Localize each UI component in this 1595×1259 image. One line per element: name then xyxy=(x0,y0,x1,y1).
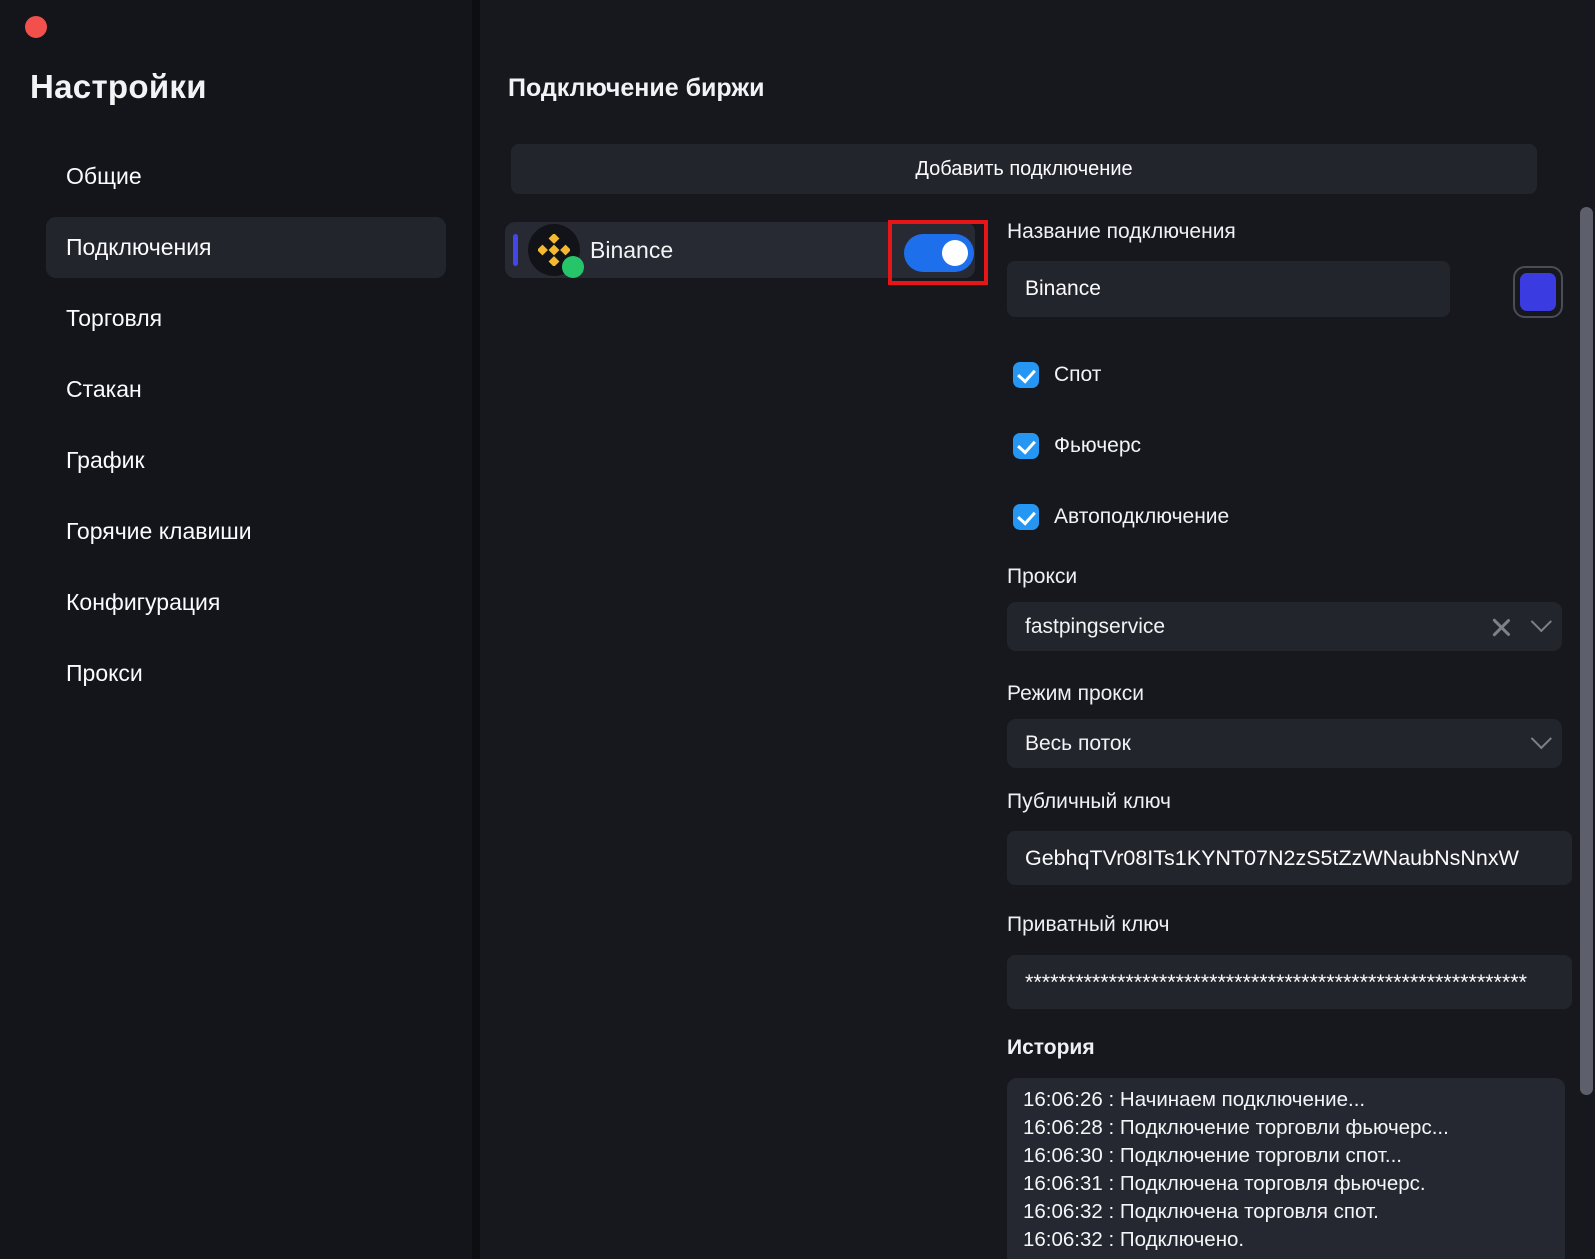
checkbox-checked-icon xyxy=(1013,504,1039,530)
sidebar-item-general[interactable]: Общие xyxy=(46,146,446,207)
sidebar-item-orderbook[interactable]: Стакан xyxy=(46,359,446,420)
checkbox-futures[interactable]: Фьючерс xyxy=(1013,433,1141,459)
clear-icon[interactable] xyxy=(1491,617,1511,637)
checkbox-autoconnect-label: Автоподключение xyxy=(1054,505,1229,529)
private-key-field-label: Приватный ключ xyxy=(1007,913,1169,937)
proxy-selected-value: fastpingservice xyxy=(1025,615,1165,639)
color-swatch-button[interactable] xyxy=(1513,266,1563,318)
settings-title: Настройки xyxy=(30,68,207,106)
checkbox-checked-icon xyxy=(1013,433,1039,459)
connection-name-input[interactable]: Binance xyxy=(1007,261,1450,317)
checkbox-futures-label: Фьючерс xyxy=(1054,434,1141,458)
sidebar-item-hotkeys[interactable]: Горячие клавиши xyxy=(46,501,446,562)
private-key-input[interactable]: ****************************************… xyxy=(1007,955,1572,1009)
toggle-knob xyxy=(942,240,968,266)
checkbox-spot[interactable]: Спот xyxy=(1013,362,1101,388)
vertical-scrollbar[interactable] xyxy=(1580,207,1593,1095)
chevron-down-icon[interactable] xyxy=(1531,611,1552,632)
binance-logo-icon xyxy=(528,224,580,276)
settings-sidebar: Настройки Общие Подключения Торговля Ста… xyxy=(0,0,480,1259)
public-key-input[interactable]: GebhqTVr08ITs1KYNT07N2zS5tZzWNaubNsNnxW xyxy=(1007,831,1572,885)
history-log-panel: 16:06:26 : Начинаем подключение... 16:06… xyxy=(1007,1078,1565,1259)
history-log-line: 16:06:28 : Подключение торговли фьючерс.… xyxy=(1023,1114,1549,1142)
proxy-mode-selected-value: Весь поток xyxy=(1025,732,1131,756)
sidebar-item-configuration[interactable]: Конфигурация xyxy=(46,572,446,633)
sidebar-item-chart[interactable]: График xyxy=(46,430,446,491)
history-log-line: 16:06:32 : Подключено. xyxy=(1023,1226,1549,1254)
connection-name-label: Binance xyxy=(590,222,673,278)
history-log-line: 16:06:31 : Подключена торговля фьючерс. xyxy=(1023,1170,1549,1198)
chevron-down-icon[interactable] xyxy=(1531,728,1552,749)
connection-enabled-toggle[interactable] xyxy=(904,234,974,272)
checkbox-autoconnect[interactable]: Автоподключение xyxy=(1013,504,1229,530)
connected-status-dot-icon xyxy=(562,256,584,278)
history-section-label: История xyxy=(1007,1036,1095,1060)
public-key-field-label: Публичный ключ xyxy=(1007,790,1171,814)
proxy-mode-select[interactable]: Весь поток xyxy=(1007,719,1562,768)
sidebar-item-proxy[interactable]: Прокси xyxy=(46,643,446,704)
proxy-mode-field-label: Режим прокси xyxy=(1007,682,1144,706)
add-connection-button[interactable]: Добавить подключение xyxy=(511,144,1537,194)
history-log-line: 16:06:26 : Начинаем подключение... xyxy=(1023,1086,1549,1114)
color-swatch-color xyxy=(1520,273,1556,311)
proxy-select[interactable]: fastpingservice xyxy=(1007,602,1562,651)
connection-accent-bar xyxy=(513,234,518,266)
close-window-button[interactable] xyxy=(25,16,47,38)
history-log-line: 16:06:30 : Подключение торговли спот... xyxy=(1023,1142,1549,1170)
checkbox-checked-icon xyxy=(1013,362,1039,388)
proxy-field-label: Прокси xyxy=(1007,565,1077,589)
sidebar-item-trading[interactable]: Торговля xyxy=(46,288,446,349)
checkbox-spot-label: Спот xyxy=(1054,363,1101,387)
page-title: Подключение биржи xyxy=(508,74,764,103)
sidebar-item-connections[interactable]: Подключения xyxy=(46,217,446,278)
connection-name-field-label: Название подключения xyxy=(1007,220,1236,244)
settings-menu: Общие Подключения Торговля Стакан График… xyxy=(46,146,446,714)
history-log-line: 16:06:32 : Подключена торговля спот. xyxy=(1023,1198,1549,1226)
